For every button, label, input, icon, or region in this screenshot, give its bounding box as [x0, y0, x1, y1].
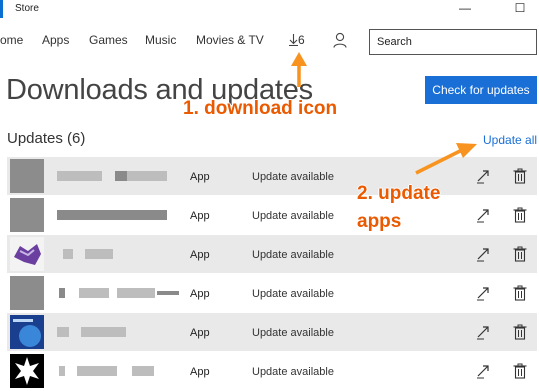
annotation-arrows: [291, 52, 477, 175]
callout2-arrow: [415, 149, 461, 175]
callout-update-apps-line2: apps: [357, 211, 402, 232]
callout1-arrowhead: [291, 52, 307, 66]
callout-download-icon: 1. download icon: [183, 98, 338, 119]
callout-update-apps-line1: 2. update: [357, 183, 441, 204]
